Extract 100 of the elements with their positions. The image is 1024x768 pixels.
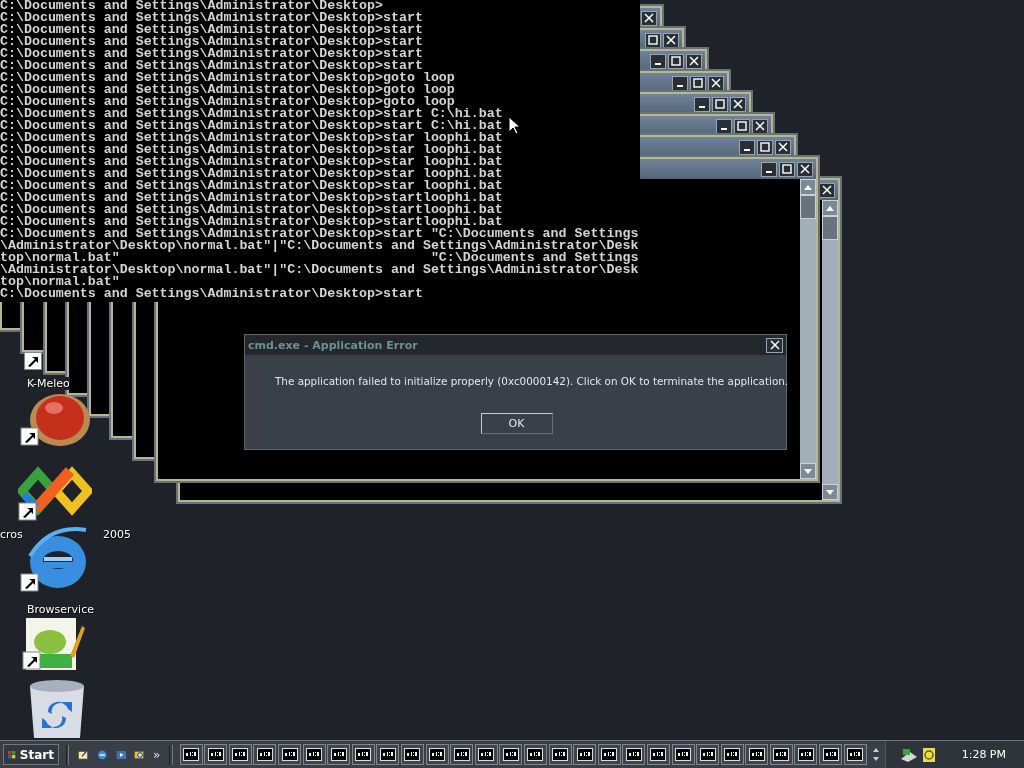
console-line: top\normal.bat" "C:\Documents and Settings [0, 252, 639, 264]
console-icon [281, 748, 298, 761]
close-icon [778, 142, 788, 152]
maximize-button[interactable] [668, 53, 684, 69]
taskbar-button[interactable] [523, 744, 547, 765]
taskbar-button[interactable] [302, 744, 326, 765]
maximize-button[interactable] [690, 75, 706, 91]
maximize-button[interactable] [779, 161, 795, 177]
taskbar-button[interactable] [327, 744, 351, 765]
taskbar-button[interactable] [204, 744, 228, 765]
minimize-button[interactable] [694, 96, 710, 112]
console-icon [232, 748, 249, 761]
scroll-thumb[interactable] [800, 195, 816, 219]
console-line: C:\Documents and Settings\Administrator\Desktop>start [0, 12, 423, 24]
close-icon [711, 78, 721, 88]
shield-icon[interactable] [921, 746, 936, 763]
minimize-icon [677, 85, 683, 87]
taskbar-button[interactable] [597, 744, 621, 765]
taskbar-button[interactable] [622, 744, 646, 765]
taskbar-button[interactable] [450, 744, 474, 765]
taskbar-button[interactable] [769, 744, 793, 765]
maximize-button[interactable] [734, 118, 750, 134]
start-button[interactable]: Start [3, 744, 59, 765]
minimize-button[interactable] [716, 118, 732, 134]
close-button[interactable] [686, 53, 702, 69]
clock: 1:28 PM [961, 748, 1006, 761]
console-icon [355, 748, 372, 761]
console-icon [822, 748, 839, 761]
maximize-icon [715, 99, 725, 109]
close-icon [769, 340, 780, 350]
maximize-icon [760, 142, 770, 152]
taskbar-button[interactable] [474, 744, 498, 765]
minimize-button[interactable] [761, 161, 777, 177]
taskbar-button[interactable] [696, 744, 720, 765]
ok-button[interactable]: OK [480, 413, 553, 434]
taskbar-button[interactable] [400, 744, 424, 765]
close-icon [800, 164, 810, 174]
taskbar-button[interactable] [720, 744, 744, 765]
close-icon [755, 121, 765, 131]
taskbar-button[interactable] [253, 744, 277, 765]
close-button[interactable] [766, 337, 783, 353]
scroll-down-button[interactable] [822, 484, 838, 500]
close-icon [689, 56, 699, 66]
icon-label: 2005 [103, 528, 131, 541]
console-icon [699, 748, 716, 761]
minimize-icon [766, 171, 772, 173]
taskbar-button[interactable] [499, 744, 523, 765]
up-arrow-icon [826, 205, 834, 211]
minimize-button[interactable] [650, 53, 666, 69]
more-button[interactable]: » [150, 747, 163, 762]
taskbar-button[interactable] [179, 744, 203, 765]
notepad-icon[interactable] [22, 616, 86, 672]
taskbar-button[interactable] [745, 744, 769, 765]
taskbar-button[interactable] [376, 744, 400, 765]
maximize-icon [782, 164, 792, 174]
console-icon [724, 748, 741, 761]
console-line: C:\Documents and Settings\Administrator\Desktop>start "C:\Documents and Settings [0, 228, 639, 240]
close-button[interactable] [730, 96, 746, 112]
taskbar-button[interactable] [794, 744, 818, 765]
console-icon [797, 748, 814, 761]
taskbar-button[interactable] [671, 744, 695, 765]
mouse-pointer-icon [508, 116, 520, 135]
taskbar-button[interactable] [425, 744, 449, 765]
maximize-button[interactable] [645, 32, 661, 48]
taskbar-button[interactable] [646, 744, 670, 765]
maximize-button[interactable] [712, 96, 728, 112]
taskbar-button[interactable] [228, 744, 252, 765]
network-icon[interactable] [899, 746, 918, 763]
scrollbar[interactable] [800, 179, 816, 479]
console-line: C:\Documents and Settings\Administrator\Desktop>startloophi.bat [0, 216, 503, 228]
close-button[interactable] [797, 161, 813, 177]
close-button[interactable] [708, 75, 724, 91]
console-line: C:\Documents and Settings\Administrator\Desktop>star loophi.bat [0, 180, 503, 192]
close-button[interactable] [752, 118, 768, 134]
taskbar-button[interactable] [278, 744, 301, 765]
minimize-button[interactable] [672, 75, 688, 91]
minimize-button[interactable] [739, 139, 755, 155]
scroll-down-icon[interactable] [870, 755, 881, 763]
console-line: C:\Documents and Settings\Administrator\Desktop>start [0, 288, 423, 300]
taskbar-button[interactable] [351, 744, 375, 765]
maximize-icon [648, 35, 658, 45]
console-line: C:\Documents and Settings\Administrator\Desktop>star loophi.bat [0, 132, 503, 144]
close-button[interactable] [775, 139, 791, 155]
scrollbar[interactable] [822, 200, 838, 500]
maximize-button[interactable] [757, 139, 773, 155]
console-line: C:\Documents and Settings\Administrator\Desktop>startloophi.bat [0, 204, 503, 216]
taskbar-button[interactable] [573, 744, 597, 765]
console-icon [256, 748, 273, 761]
close-button[interactable] [641, 10, 657, 26]
maximize-icon [737, 121, 747, 131]
minimize-icon [699, 106, 705, 108]
taskbar-button[interactable] [548, 744, 572, 765]
console-icon [330, 748, 347, 761]
taskbar-button[interactable] [819, 744, 843, 765]
close-button[interactable] [663, 32, 679, 48]
scroll-up-icon[interactable] [870, 746, 881, 754]
scroll-thumb[interactable] [822, 216, 838, 240]
taskbar-button[interactable] [843, 744, 867, 765]
icon-label: Browservice [27, 603, 94, 616]
scroll-down-button[interactable] [800, 463, 816, 479]
